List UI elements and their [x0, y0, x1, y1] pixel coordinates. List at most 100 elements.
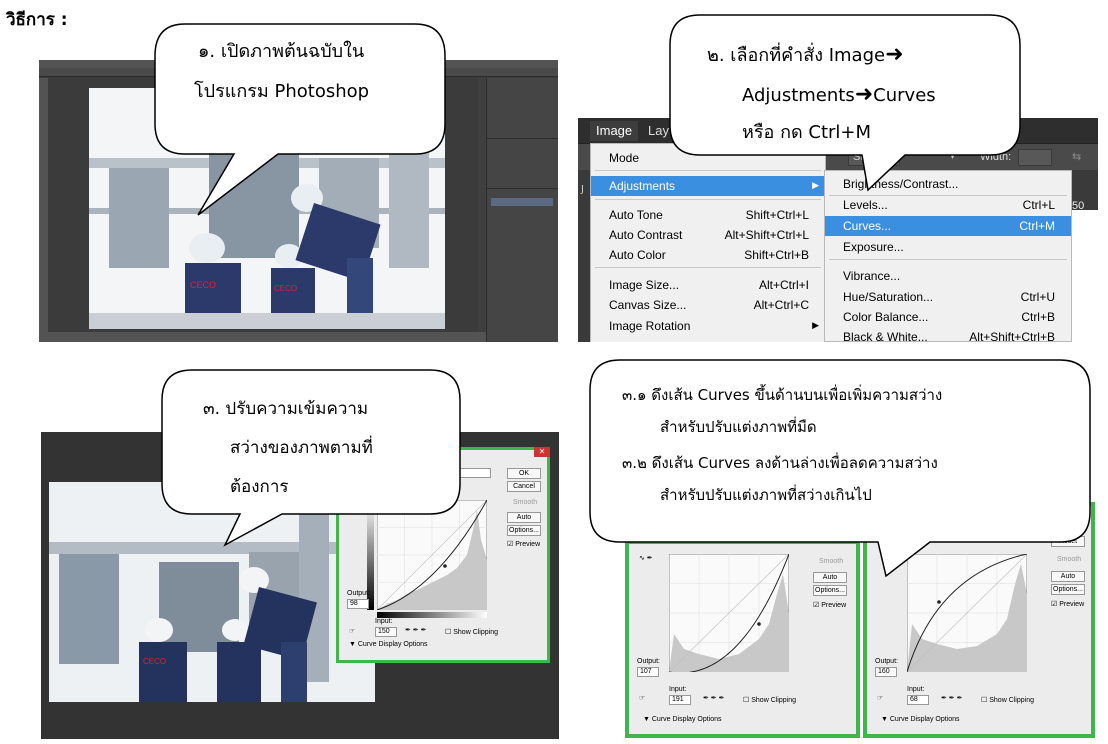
- auto-button[interactable]: Auto: [1051, 571, 1085, 582]
- curve-display-options-label: Curve Display Options: [889, 716, 960, 723]
- eyedropper-icons[interactable]: ✒ ✒ ✒: [405, 626, 427, 634]
- menu-item-image-size[interactable]: Image Size... Alt+Ctrl+I: [591, 275, 825, 295]
- smooth-button[interactable]: Smooth: [1057, 556, 1081, 563]
- output-label: Output:: [875, 658, 898, 665]
- arrow-right-icon: ➜: [885, 42, 904, 67]
- auto-button[interactable]: Auto: [813, 572, 847, 583]
- output-field[interactable]: 160: [875, 667, 897, 677]
- show-clipping-label: Show Clipping: [453, 629, 498, 636]
- menu-item-shortcut: Ctrl+L: [1022, 198, 1055, 212]
- close-icon[interactable]: ✕: [534, 447, 550, 457]
- channel-dropdown[interactable]: [455, 468, 491, 478]
- show-clipping-checkbox[interactable]: ☐ Show Clipping: [981, 696, 1034, 704]
- menu-item-black-white[interactable]: Black & White... Alt+Shift+Ctrl+B: [825, 327, 1071, 342]
- preview-checkbox[interactable]: ☑ Preview: [1051, 600, 1084, 608]
- menu-item-label: Canvas Size...: [609, 298, 687, 312]
- step2-text: ๒. เลือกที่คำสั่ง Image: [707, 45, 886, 66]
- preview-label: Preview: [821, 602, 847, 609]
- output-field[interactable]: 98: [347, 599, 369, 609]
- curves-dialog-main: ✕ OK Cancel Smooth Auto Options... ☑ Pre…: [336, 447, 550, 663]
- ceco-logo-1: CECO: [190, 280, 216, 290]
- menu-item-curves[interactable]: Curves... Ctrl+M: [825, 216, 1071, 236]
- curve-display-options-toggle[interactable]: ▼ Curve Display Options: [349, 641, 428, 648]
- show-clipping-label: Show Clipping: [751, 697, 796, 704]
- menu-item-label: Auto Color: [609, 248, 666, 262]
- vertical-ruler: J: [578, 170, 590, 342]
- step3-line2: สว่างของภาพตามที่: [230, 438, 373, 458]
- submenu-arrow-icon: ▶: [812, 320, 819, 330]
- input-label: Input:: [907, 686, 925, 693]
- menu-item-color-balance[interactable]: Color Balance... Ctrl+B: [825, 307, 1071, 327]
- preview-checkbox[interactable]: ☑ Preview: [813, 601, 846, 609]
- output-field[interactable]: 107: [637, 667, 659, 677]
- input-field[interactable]: 191: [669, 695, 691, 705]
- ceco-logo-2: CECO: [274, 284, 297, 293]
- curve-graph[interactable]: [377, 500, 487, 610]
- menu-item-label: Levels...: [843, 198, 888, 212]
- on-image-adjust-icon[interactable]: ☞: [349, 627, 355, 635]
- menu-item-shortcut: Ctrl+B: [1021, 310, 1055, 324]
- step3-line1: ๓. ปรับความเข้มความ: [203, 399, 369, 419]
- menu-item-exposure[interactable]: Exposure...: [825, 237, 1071, 257]
- input-label: Input:: [669, 686, 687, 693]
- width-label: Width:: [980, 151, 1012, 163]
- workers-photo-1: CECO CECO: [89, 88, 445, 329]
- smooth-button[interactable]: Smooth: [819, 558, 843, 565]
- ruler-mark: J: [581, 184, 584, 195]
- step4-line1: ๓.๑ ดึงเส้น Curves ขึ้นด้านบนเพื่อเพิ่มค…: [622, 386, 943, 404]
- menu-item-shortcut: Ctrl+U: [1020, 290, 1055, 304]
- menu-item-shortcut: Shift+Ctrl+B: [744, 248, 809, 262]
- menu-item-brightness-contrast[interactable]: Brightness/Contrast...: [825, 174, 1071, 194]
- eyedropper-icons[interactable]: ✒ ✒ ✒: [941, 694, 963, 702]
- ceco-logo-3: CECO: [143, 657, 166, 666]
- image-menu-dropdown: Mode Adjustments ▶ Auto Tone Shift+Ctrl+L …: [590, 143, 826, 342]
- menu-item-label: Vibrance...: [843, 269, 901, 283]
- on-image-adjust-icon[interactable]: ☞: [639, 694, 645, 702]
- step2-line1: ๒. เลือกที่คำสั่ง Image➜: [707, 36, 904, 75]
- swap-icon[interactable]: ⇆: [1072, 150, 1081, 163]
- on-image-adjust-icon[interactable]: ☞: [877, 694, 883, 702]
- menu-item-shortcut: Alt+Shift+Ctrl+L: [724, 228, 809, 242]
- menu-layer[interactable]: Lay: [648, 123, 669, 138]
- arrow-right-icon: ➜: [854, 82, 874, 107]
- curve-display-options-toggle[interactable]: ▼ Curve Display Options: [881, 716, 960, 723]
- curve-graph-brighten[interactable]: [907, 554, 1027, 672]
- menu-item-label: Image Size...: [609, 278, 680, 292]
- options-button[interactable]: Options...: [813, 585, 847, 596]
- preview-checkbox[interactable]: ☑ Preview: [507, 540, 540, 548]
- eyedropper-icons[interactable]: ✒ ✒ ✒: [703, 694, 725, 702]
- menu-item-vibrance[interactable]: Vibrance...: [825, 266, 1071, 286]
- options-button[interactable]: Options...: [507, 525, 541, 536]
- menu-item-auto-contrast[interactable]: Auto Contrast Alt+Shift+Ctrl+L: [591, 225, 825, 245]
- ok-button[interactable]: OK: [507, 468, 541, 479]
- input-field[interactable]: 68: [907, 695, 929, 705]
- menu-item-adjustments[interactable]: Adjustments ▶: [591, 176, 825, 196]
- cancel-button[interactable]: Cancel: [507, 481, 541, 492]
- menu-item-shortcut: Alt+Shift+Ctrl+B: [969, 330, 1055, 342]
- curve-display-options-toggle[interactable]: ▼ Curve Display Options: [643, 716, 722, 723]
- show-clipping-checkbox[interactable]: ☐ Show Clipping: [445, 628, 498, 636]
- width-field[interactable]: [1018, 149, 1052, 166]
- menu-item-auto-tone[interactable]: Auto Tone Shift+Ctrl+L: [591, 205, 825, 225]
- curve-mode-icons[interactable]: ∿ ✒: [639, 554, 653, 562]
- curves-dialog-darken: ∿ ✒ Smooth Auto Options... ☑ Preview Out…: [625, 540, 860, 738]
- input-field[interactable]: 150: [375, 627, 397, 637]
- options-button[interactable]: Options...: [1051, 584, 1085, 595]
- smooth-button[interactable]: Smooth: [513, 499, 537, 506]
- step1-line1: ๑. เปิดภาพต้นฉบับใน: [198, 41, 365, 62]
- menu-item-levels[interactable]: Levels... Ctrl+L: [825, 195, 1071, 215]
- auto-button[interactable]: Auto: [507, 512, 541, 523]
- menu-image[interactable]: Image: [590, 121, 638, 141]
- step3-line3: ต้องการ: [230, 477, 289, 497]
- show-clipping-checkbox[interactable]: ☐ Show Clipping: [743, 696, 796, 704]
- menu-item-shortcut: Ctrl+M: [1019, 219, 1055, 233]
- menu-item-hue-saturation[interactable]: Hue/Saturation... Ctrl+U: [825, 287, 1071, 307]
- adjustments-submenu: Brightness/Contrast... Levels... Ctrl+L C…: [824, 170, 1072, 342]
- menu-item-auto-color[interactable]: Auto Color Shift+Ctrl+B: [591, 245, 825, 265]
- ps-layers-panel: [486, 78, 558, 342]
- menu-item-canvas-size[interactable]: Canvas Size... Alt+Ctrl+C: [591, 295, 825, 315]
- reset-button[interactable]: Reset: [1051, 536, 1085, 547]
- curve-graph-darken[interactable]: [669, 554, 789, 672]
- style-stepper-icon[interactable]: ▾: [950, 151, 955, 162]
- menu-item-image-rotation[interactable]: Image Rotation ▶: [591, 316, 825, 336]
